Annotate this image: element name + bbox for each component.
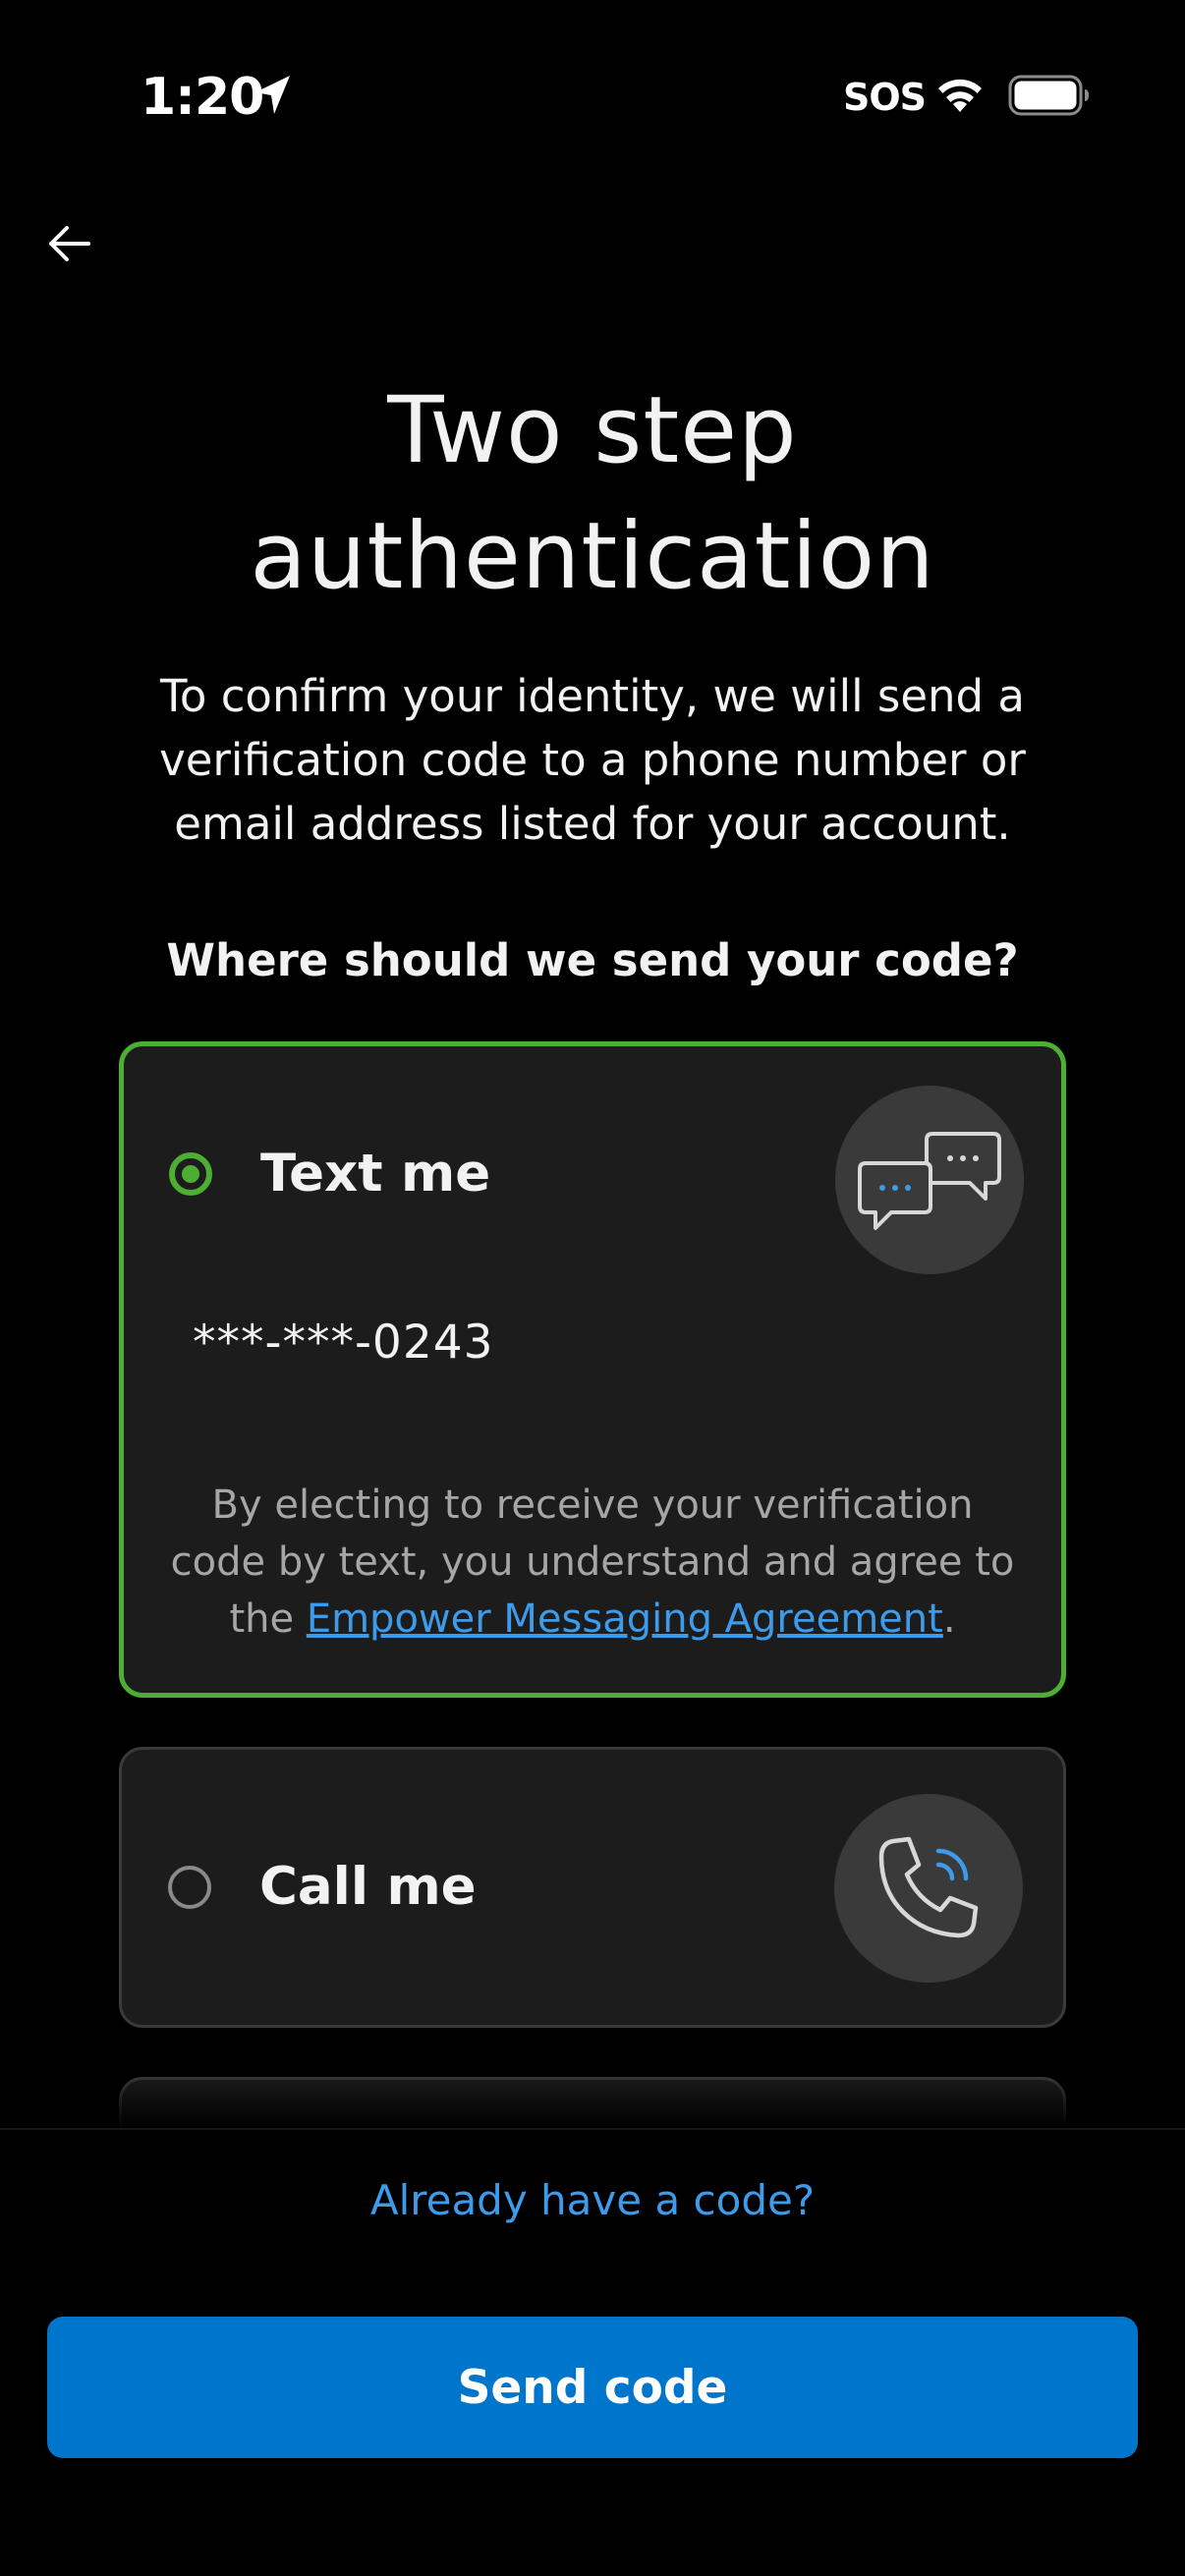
back-button[interactable]: [33, 208, 104, 279]
location-arrow-icon: [255, 76, 290, 114]
page-title-line-2: authentication: [250, 503, 935, 610]
radio-text-me[interactable]: [169, 1152, 212, 1196]
radio-call-me[interactable]: [168, 1866, 211, 1909]
status-time: 1:20: [141, 68, 264, 127]
send-code-button[interactable]: Send code: [47, 2317, 1138, 2458]
chat-icon-circle: [835, 1086, 1024, 1274]
page-description: To confirm your identity, we will send a…: [159, 670, 1026, 850]
wifi-icon: [938, 79, 982, 112]
sms-consent-text: By electing to receive your verification…: [163, 1477, 1022, 1648]
phone-call-icon: [878, 1836, 979, 1938]
messaging-agreement-link[interactable]: Empower Messaging Agreement: [307, 1596, 943, 1642]
arrow-left-icon: [49, 226, 90, 261]
sos-indicator: SOS: [843, 76, 927, 119]
page-title: Two step authentication: [98, 368, 1087, 620]
already-have-code-link[interactable]: Already have a code?: [295, 2166, 890, 2235]
option-label-call-me: Call me: [259, 1857, 477, 1917]
consent-text-suffix: .: [942, 1596, 956, 1642]
page-title-line-1: Two step: [387, 377, 798, 484]
battery-icon: [1008, 75, 1089, 116]
option-call-me[interactable]: Call me: [119, 1747, 1066, 2028]
masked-phone-number: ***-***-0243: [193, 1316, 494, 1370]
chat-bubbles-icon: [858, 1132, 1001, 1230]
option-text-me[interactable]: Text me ***-***-0243 By electing to rece…: [119, 1041, 1066, 1698]
delivery-question: Where should we send your code?: [166, 934, 1019, 986]
status-bar: 1:20 SOS: [0, 0, 1185, 196]
phone-icon-circle: [834, 1794, 1023, 1983]
scroll-fade: [0, 2073, 1185, 2128]
delivery-options-list[interactable]: Text me ***-***-0243 By electing to rece…: [0, 1022, 1185, 2128]
option-label-text-me: Text me: [260, 1144, 491, 1204]
